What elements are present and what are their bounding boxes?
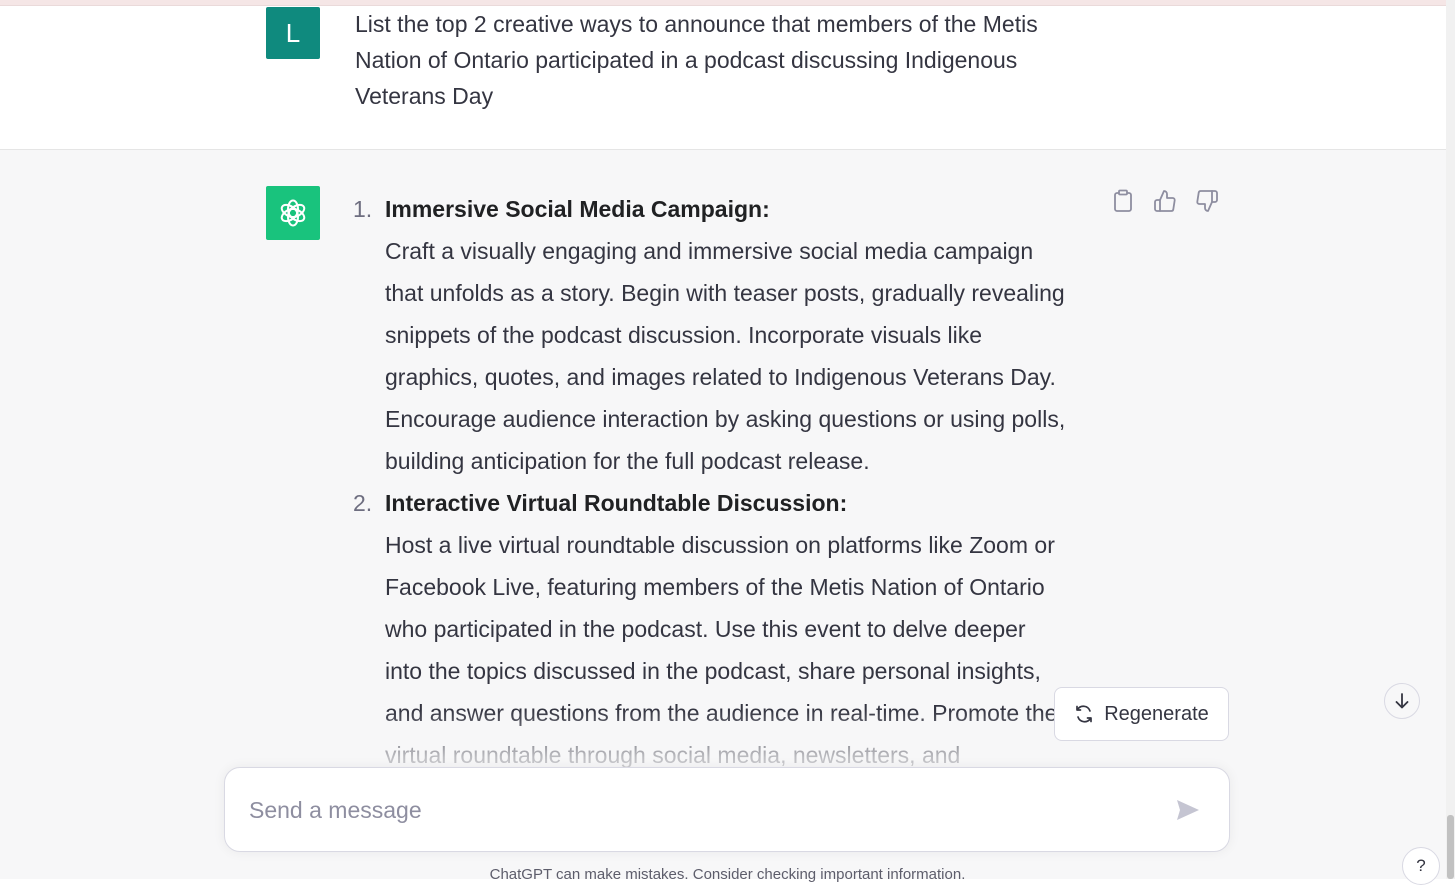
assistant-answer: 1. Immersive Social Media Campaign: Craf… bbox=[353, 188, 1100, 776]
user-message-row: L List the top 2 creative ways to announ… bbox=[0, 6, 1446, 150]
regenerate-button[interactable]: Regenerate bbox=[1054, 687, 1229, 741]
user-message-text: List the top 2 creative ways to announce… bbox=[355, 6, 1095, 114]
thumbs-down-button[interactable] bbox=[1194, 188, 1220, 214]
thumbs-down-icon bbox=[1196, 190, 1218, 212]
list-item: 2. Interactive Virtual Roundtable Discus… bbox=[353, 482, 1100, 776]
list-item-line: Craft a visually engaging and immersive … bbox=[385, 238, 1034, 264]
list-item-title: Interactive Virtual Roundtable Discussio… bbox=[385, 490, 848, 516]
list-item-line: and answer questions from the audience i… bbox=[385, 700, 1058, 726]
message-composer bbox=[224, 767, 1230, 853]
user-message-line: Veterans Day bbox=[355, 83, 494, 109]
list-number: 1. bbox=[353, 196, 373, 222]
help-button[interactable]: ? bbox=[1402, 847, 1440, 885]
user-message-line: Nation of Ontario participated in a podc… bbox=[355, 47, 1018, 73]
send-button[interactable] bbox=[1171, 794, 1205, 826]
message-input[interactable] bbox=[247, 768, 1151, 853]
list-number: 2. bbox=[353, 490, 373, 516]
page-scrollbar[interactable] bbox=[1446, 0, 1455, 879]
copy-button[interactable] bbox=[1110, 188, 1136, 214]
assistant-avatar bbox=[266, 186, 320, 240]
assistant-message-row: 1. Immersive Social Media Campaign: Craf… bbox=[0, 150, 1446, 885]
openai-logo-icon bbox=[280, 199, 306, 227]
list-item-line: Host a live virtual roundtable discussio… bbox=[385, 532, 1055, 558]
list-item-line: who participated in the podcast. Use thi… bbox=[385, 616, 1026, 642]
arrow-down-icon bbox=[1395, 693, 1409, 709]
user-message-line: List the top 2 creative ways to announce… bbox=[355, 11, 1038, 37]
list-item: 1. Immersive Social Media Campaign: Craf… bbox=[353, 188, 1100, 482]
copy-icon bbox=[1114, 189, 1132, 212]
regenerate-label: Regenerate bbox=[1104, 702, 1209, 725]
list-item-line: snippets of the podcast discussion. Inco… bbox=[385, 322, 983, 348]
list-item-line: building anticipation for the full podca… bbox=[385, 448, 870, 474]
thumbs-up-button[interactable] bbox=[1152, 188, 1178, 214]
message-actions bbox=[1110, 188, 1220, 214]
thumbs-up-icon bbox=[1154, 190, 1176, 212]
send-icon bbox=[1177, 800, 1199, 820]
list-item-title: Immersive Social Media Campaign: bbox=[385, 196, 770, 222]
refresh-icon bbox=[1076, 705, 1093, 723]
user-avatar: L bbox=[266, 7, 320, 59]
list-item-line: Encourage audience interaction by asking… bbox=[385, 406, 1066, 432]
scrollbar-thumb[interactable] bbox=[1447, 815, 1454, 879]
list-item-line: graphics, quotes, and images related to … bbox=[385, 364, 1056, 390]
disclaimer-text: ChatGPT can make mistakes. Consider chec… bbox=[489, 866, 966, 883]
list-item-line: Facebook Live, featuring members of the … bbox=[385, 574, 1045, 600]
scroll-to-bottom-button[interactable] bbox=[1384, 683, 1420, 719]
list-item-line: into the topics discussed in the podcast… bbox=[385, 658, 1041, 684]
list-item-line: that unfolds as a story. Begin with teas… bbox=[385, 280, 1065, 306]
